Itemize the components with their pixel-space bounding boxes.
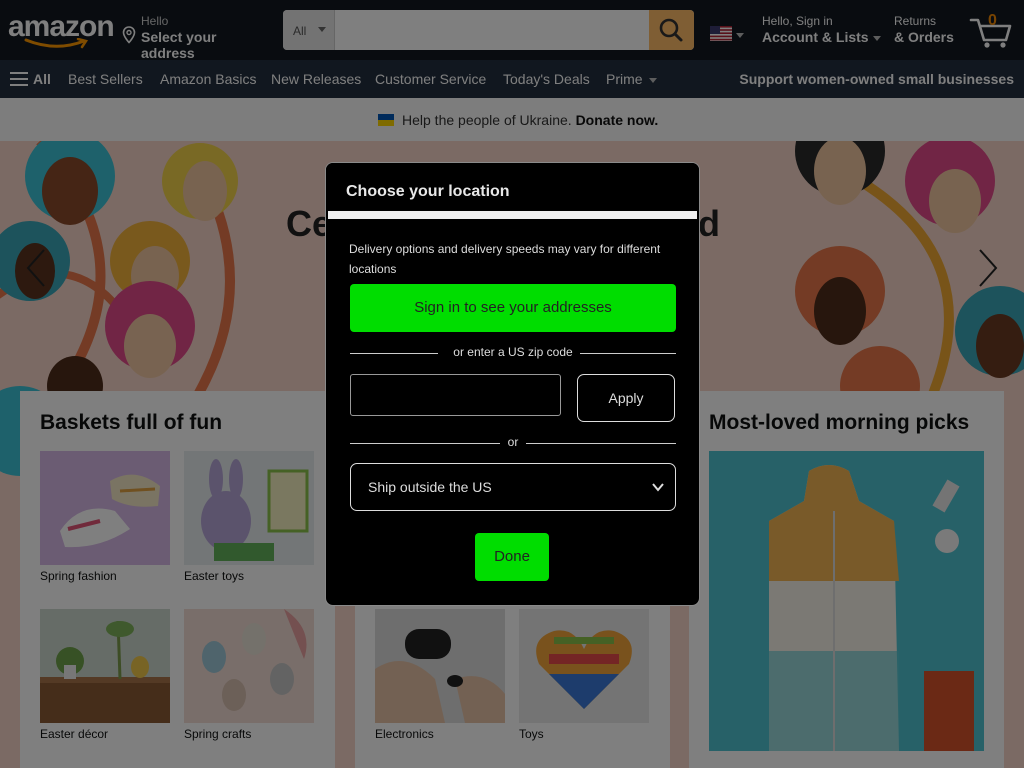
modal-header: Choose your location (326, 163, 699, 211)
modal-description: Delivery options and delivery speeds may… (349, 242, 661, 276)
zip-divider: or enter a US zip code (350, 345, 676, 361)
zip-divider-label: or enter a US zip code (453, 345, 573, 359)
chevron-down-icon (652, 483, 664, 492)
or-divider: or (350, 435, 676, 451)
choose-location-modal: Choose your location Delivery options an… (325, 162, 700, 606)
done-button[interactable]: Done (475, 533, 549, 581)
sign-in-addresses-button[interactable]: Sign in to see your addresses (350, 284, 676, 332)
modal-header-divider (328, 211, 697, 219)
or-label: or (507, 435, 519, 449)
apply-zip-button[interactable]: Apply (577, 374, 675, 422)
zip-code-input[interactable] (350, 374, 561, 416)
modal-title: Choose your location (346, 183, 510, 200)
ship-outside-us-label: Ship outside the US (368, 479, 492, 495)
ship-outside-us-dropdown[interactable]: Ship outside the US (350, 463, 676, 511)
